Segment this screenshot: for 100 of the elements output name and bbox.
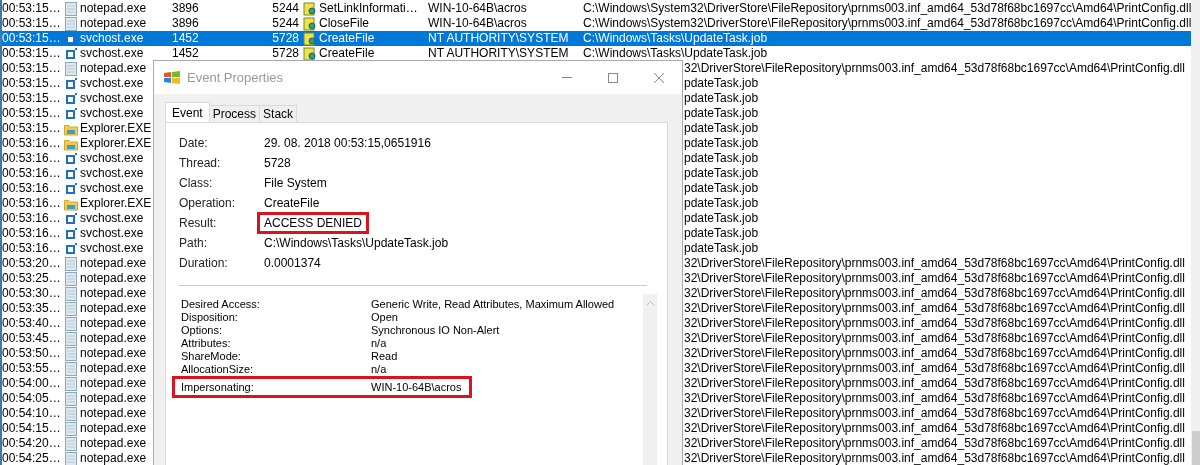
process-cell: svchost.exe — [80, 166, 144, 181]
path-cell: 32\DriverStore\FileRepository\prnms003.inf_amd64_53d78f68bc1697cc\Amd64\PrintConfig.dll — [684, 301, 1185, 316]
process-cell: svchost.exe — [80, 181, 144, 196]
field-value: 0.0001374 — [263, 255, 322, 272]
process-cell: Explorer.EXE — [80, 196, 152, 211]
document-icon — [64, 301, 78, 316]
detail-label: ShareMode: — [181, 350, 242, 363]
process-cell: svchost.exe — [80, 151, 144, 166]
pid-cell-text: 3896 — [171, 16, 200, 31]
document-icon — [64, 391, 78, 406]
process-cell: notepad.exe — [80, 301, 147, 316]
scrollbar[interactable] — [643, 294, 657, 465]
document-icon — [64, 331, 78, 346]
time-cell: 00:53:16… — [2, 241, 62, 256]
time-cell: 00:53:16… — [2, 151, 62, 166]
process-cell: notepad.exe — [80, 331, 147, 346]
path-cell: C:\Windows\Tasks\UpdateTask.job — [583, 46, 768, 61]
time-cell: 00:54:10… — [2, 406, 62, 421]
process-cell: notepad.exe — [80, 346, 147, 361]
time-cell: 00:54:25… — [2, 451, 62, 465]
detail-value: n/a — [371, 363, 387, 376]
time-cell: 00:53:16… — [2, 136, 62, 151]
document-icon — [64, 271, 78, 286]
process-cell: notepad.exe — [80, 436, 147, 451]
path-cell: 32\DriverStore\FileRepository\prnms003.inf_amd64_53d78f68bc1697cc\Amd64\PrintConfig.dll — [684, 451, 1185, 465]
time-cell: 00:53:40… — [2, 316, 62, 331]
document-icon — [64, 436, 78, 451]
time-cell: 00:53:16… — [2, 211, 62, 226]
detail-value: Read — [371, 350, 398, 363]
tid-cell-text: 5728 — [271, 31, 300, 46]
window-icon — [64, 46, 78, 61]
path-cell: 32\DriverStore\FileRepository\prnms003.inf_amd64_53d78f68bc1697cc\Amd64\PrintConfig.dll — [684, 421, 1185, 436]
path-cell: pdateTask.job — [684, 121, 759, 136]
field-value: ACCESS DENIED — [257, 212, 370, 234]
time-cell: 00:54:20… — [2, 436, 62, 451]
path-cell: pdateTask.job — [684, 151, 759, 166]
window-icon — [64, 76, 78, 91]
detail-value: WIN-10-64B\acros — [371, 380, 462, 394]
path-cell: C:\Windows\Tasks\UpdateTask.job — [583, 31, 768, 46]
field-value: C:\Windows\Tasks\UpdateTask.job — [263, 235, 450, 252]
document-icon — [64, 316, 78, 331]
operation-cell: CreateFile — [319, 31, 375, 46]
path-cell: pdateTask.job — [684, 136, 759, 151]
path-cell: pdateTask.job — [684, 241, 759, 256]
process-cell: svchost.exe — [80, 106, 144, 121]
file-system-icon — [303, 16, 317, 31]
process-cell: svchost.exe — [80, 226, 144, 241]
field-value: File System — [263, 175, 328, 192]
time-cell: 00:53:15… — [2, 106, 62, 121]
time-cell: 00:53:16… — [2, 166, 62, 181]
time-cell: 00:53:30… — [2, 286, 62, 301]
operation-cell: SetLinkInformati… — [319, 1, 418, 16]
document-icon — [64, 361, 78, 376]
document-icon — [64, 1, 78, 16]
window-icon — [64, 181, 78, 196]
process-cell: notepad.exe — [80, 391, 147, 406]
process-cell: notepad.exe — [80, 271, 147, 286]
document-icon — [64, 61, 78, 76]
path-cell: 32\DriverStore\FileRepository\prnms003.inf_amd64_53d78f68bc1697cc\Amd64\PrintConfig.dll — [684, 256, 1185, 271]
process-cell: svchost.exe — [80, 31, 144, 46]
process-cell: Explorer.EXE — [80, 121, 152, 136]
path-cell: pdateTask.job — [684, 181, 759, 196]
tab[interactable]: Event — [165, 102, 210, 122]
path-cell: 32\DriverStore\FileRepository\prnms003.inf_amd64_53d78f68bc1697cc\Amd64\PrintConfig.dll — [684, 406, 1185, 421]
time-cell: 00:53:16… — [2, 181, 62, 196]
process-cell: notepad.exe — [80, 316, 147, 331]
document-icon — [64, 451, 78, 465]
time-cell: 00:53:45… — [2, 331, 62, 346]
user-cell-text: WIN-10-64B\acros — [427, 16, 528, 31]
time-cell: 00:54:15… — [2, 421, 62, 436]
time-cell: 00:53:15… — [2, 16, 62, 31]
path-cell: pdateTask.job — [684, 76, 759, 91]
app-icon — [163, 69, 181, 86]
path-cell: 32\DriverStore\FileRepository\prnms003.inf_amd64_53d78f68bc1697cc\Amd64\PrintConfig.dll — [684, 286, 1185, 301]
time-cell: 00:53:15… — [2, 31, 62, 46]
path-cell: 32\DriverStore\FileRepository\prnms003.inf_amd64_53d78f68bc1697cc\Amd64\PrintConfig.dll — [684, 346, 1185, 361]
process-cell: notepad.exe — [80, 1, 147, 16]
field-label: Thread: — [179, 156, 222, 170]
window-icon — [64, 211, 78, 226]
field-value: 5728 — [263, 155, 292, 172]
path-cell: pdateTask.job — [684, 106, 759, 121]
tab[interactable]: Stack — [259, 105, 298, 122]
path-cell: pdateTask.job — [684, 211, 759, 226]
process-cell: notepad.exe — [80, 451, 147, 465]
time-cell: 00:53:15… — [2, 121, 62, 136]
process-cell: Explorer.EXE — [80, 136, 152, 151]
time-cell: 00:54:05… — [2, 391, 62, 406]
time-cell: 00:53:15… — [2, 61, 62, 76]
detail-value: Synchronous IO Non-Alert — [371, 324, 500, 337]
time-cell: 00:53:15… — [2, 91, 62, 106]
process-cell: svchost.exe — [80, 46, 144, 61]
path-cell: 32\DriverStore\FileRepository\prnms003.inf_amd64_53d78f68bc1697cc\Amd64\PrintConfig.dll — [684, 271, 1185, 286]
window-icon — [64, 106, 78, 121]
time-cell: 00:53:15… — [2, 1, 62, 16]
detail-value: n/a — [371, 337, 387, 350]
window-icon — [64, 91, 78, 106]
document-icon — [64, 16, 78, 31]
user-cell-text: WIN-10-64B\acros — [427, 1, 528, 16]
time-cell: 00:53:25… — [2, 271, 62, 286]
operation-cell: CloseFile — [319, 16, 369, 31]
